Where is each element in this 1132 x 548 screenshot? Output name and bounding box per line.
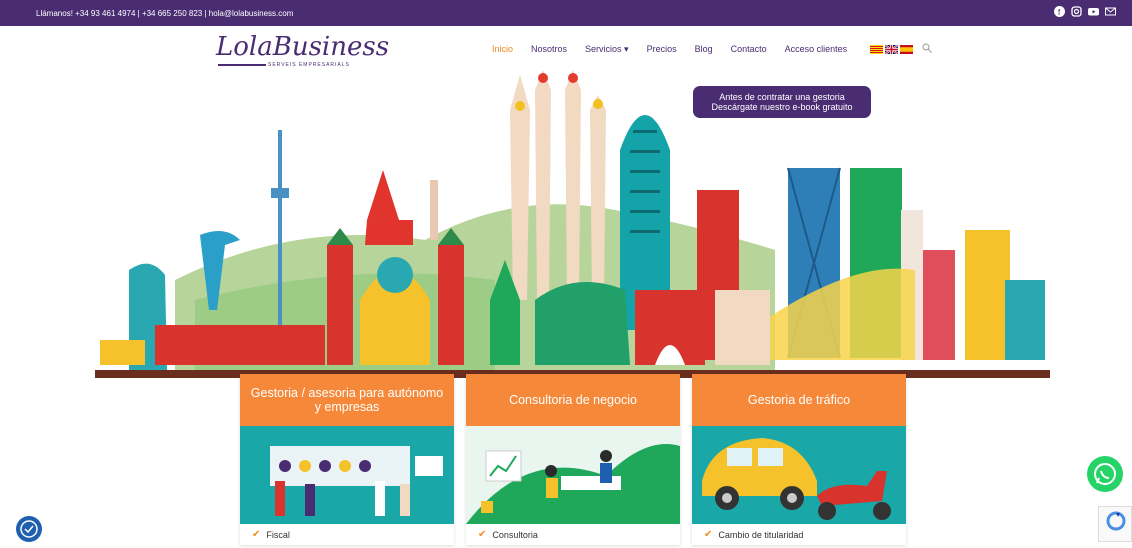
uk-flag-icon[interactable] [884, 41, 899, 55]
recaptcha-badge[interactable] [1098, 506, 1132, 542]
language-switcher [870, 41, 913, 55]
card-title: Consultoria de negocio [466, 374, 680, 426]
vehicles-illustration [692, 426, 906, 524]
barcelona-skyline-illustration [95, 70, 1050, 378]
logo-text: LolaBusiness [216, 32, 390, 62]
office-illustration [240, 426, 454, 524]
email-icon[interactable] [1105, 6, 1116, 17]
site-header: LolaBusiness SERVEIS EMPRESARIALS Inicio… [0, 26, 1132, 76]
nav-item-blog[interactable]: Blog [695, 44, 713, 55]
instagram-icon[interactable] [1071, 6, 1082, 17]
card-feature-label: Consultoria [492, 529, 538, 540]
youtube-icon[interactable] [1088, 6, 1099, 17]
card-title: Gestoria de tráfico [692, 374, 906, 426]
ebook-promo-button[interactable]: Antes de contratar una gestoria Descárga… [693, 86, 871, 118]
spain-flag-icon[interactable] [900, 41, 913, 54]
meeting-illustration [466, 426, 680, 524]
facebook-icon[interactable]: f [1054, 6, 1065, 17]
nav-item-acceso-clientes[interactable]: Acceso clientes [785, 44, 848, 55]
nav-item-contacto[interactable]: Contacto [731, 44, 767, 55]
whatsapp-icon [1094, 463, 1116, 485]
contact-info: Llámanos! +34 93 461 4974 | +34 665 250 … [36, 9, 294, 18]
card-feature: ✔ Consultoria [466, 524, 680, 545]
logo-tagline: SERVEIS EMPRESARIALS [268, 62, 350, 68]
top-bar: Llámanos! +34 93 461 4974 | +34 665 250 … [0, 0, 1132, 26]
check-icon: ✔ [478, 529, 487, 540]
check-icon: ✔ [252, 529, 261, 540]
main-nav: Inicio Nosotros Servicios ▾ Precios Blog… [492, 44, 847, 55]
nav-item-inicio[interactable]: Inicio [492, 44, 513, 55]
whatsapp-button[interactable] [1087, 456, 1123, 492]
card-feature: ✔ Fiscal [240, 524, 454, 545]
site-logo[interactable]: LolaBusiness SERVEIS EMPRESARIALS [216, 32, 389, 70]
service-card-gestoria[interactable]: Gestoria / asesoria para autónomo y empr… [240, 374, 454, 545]
logo-underline [218, 64, 266, 66]
promo-line-2: Descárgate nuestro e-book gratuito [711, 102, 853, 112]
accessibility-icon[interactable] [16, 516, 42, 542]
nav-item-precios[interactable]: Precios [647, 44, 677, 55]
card-feature-label: Cambio de titularidad [718, 529, 804, 540]
check-icon: ✔ [704, 529, 713, 540]
search-icon[interactable] [922, 40, 932, 53]
nav-item-nosotros[interactable]: Nosotros [531, 44, 567, 55]
service-card-trafico[interactable]: Gestoria de tráfico ✔ Cambio de titulari… [692, 374, 906, 545]
card-feature: ✔ Cambio de titularidad [692, 524, 906, 545]
service-card-consultoria[interactable]: Consultoria de negocio ✔ Consultoria [466, 374, 680, 545]
catalan-flag-icon[interactable] [870, 41, 883, 54]
promo-line-1: Antes de contratar una gestoria [719, 92, 845, 102]
card-feature-label: Fiscal [266, 529, 290, 540]
card-title: Gestoria / asesoria para autónomo y empr… [240, 374, 454, 426]
social-links: f [1054, 6, 1116, 17]
recaptcha-icon [1106, 511, 1126, 531]
nav-item-servicios[interactable]: Servicios ▾ [585, 44, 629, 55]
